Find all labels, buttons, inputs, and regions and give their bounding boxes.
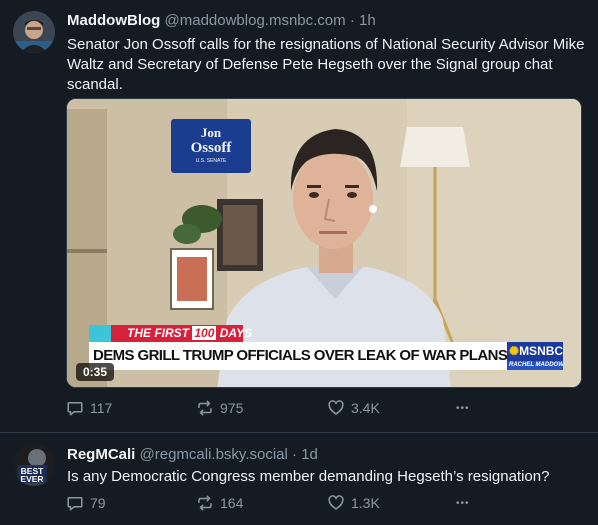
timestamp[interactable]: 1d xyxy=(301,446,318,463)
sign-line1: Jon xyxy=(201,125,222,140)
video-duration: 0:35 xyxy=(76,363,115,381)
headline: DEMS GRILL TRUMP OFFICIALS OVER LEAK OF … xyxy=(93,347,508,364)
post-header: RegMCali @regmcali.bsky.social · 1d xyxy=(67,445,318,465)
like-icon xyxy=(328,400,344,415)
display-name[interactable]: RegMCali xyxy=(67,446,135,463)
like-count: 1.3K xyxy=(351,495,380,511)
banner-suffix: DAYS xyxy=(219,326,253,340)
post-regmcali[interactable]: BEST EVER RegMCali @regmcali.bsky.social… xyxy=(0,432,598,525)
avatar-text-line2: EVER xyxy=(20,474,43,484)
like-button[interactable]: 3.4K xyxy=(327,397,380,419)
repost-button[interactable]: 164 xyxy=(196,492,243,514)
post-text: Is any Democratic Congress member demand… xyxy=(67,468,550,485)
more-icon: ••• xyxy=(456,402,470,414)
repost-count: 164 xyxy=(220,495,244,511)
handle[interactable]: @maddowblog.msnbc.com xyxy=(165,12,346,29)
timestamp[interactable]: 1h xyxy=(359,12,376,29)
reply-count: 117 xyxy=(90,400,113,416)
like-button[interactable]: 1.3K xyxy=(327,492,380,514)
like-count: 3.4K xyxy=(351,400,380,416)
post-text: Senator Jon Ossoff calls for the resigna… xyxy=(67,36,585,93)
display-name[interactable]: MaddowBlog xyxy=(67,12,160,29)
sign-line3: U.S. SENATE xyxy=(196,158,227,164)
post-actions: 117 975 3.4K ••• xyxy=(66,397,586,419)
avatar-image: BEST EVER xyxy=(13,444,55,486)
handle[interactable]: @regmcali.bsky.social xyxy=(140,446,288,463)
more-options-button[interactable]: ••• xyxy=(456,397,470,419)
like-icon xyxy=(328,495,344,510)
reply-icon xyxy=(67,497,83,511)
network-logo: ✺MSNBC xyxy=(509,343,563,359)
reply-icon xyxy=(67,402,83,416)
sign-line2: Ossoff xyxy=(191,140,233,156)
reply-button[interactable]: 117 xyxy=(66,397,112,419)
avatar[interactable]: BEST EVER xyxy=(13,444,55,486)
post-actions: 79 164 1.3K ••• xyxy=(66,492,586,514)
separator: · xyxy=(349,12,355,29)
network-name: MSNBC xyxy=(519,344,564,358)
more-options-button[interactable]: ••• xyxy=(456,492,470,514)
repost-button[interactable]: 975 xyxy=(196,397,243,419)
repost-icon xyxy=(198,400,212,416)
repost-icon xyxy=(198,495,212,511)
banner-first-100-days: THE FIRST 100 DAYS xyxy=(127,326,253,340)
reply-button[interactable]: 79 xyxy=(66,492,106,514)
banner-number: 100 xyxy=(192,326,217,340)
reply-count: 79 xyxy=(90,495,106,511)
show-name: RACHEL MADDOW xyxy=(509,362,563,368)
more-icon: ••• xyxy=(456,497,470,509)
video-player[interactable]: Jon Ossoff U.S. SENATE THE FIRST 100 DAY… xyxy=(66,98,582,388)
separator: · xyxy=(292,446,298,463)
post-maddowblog[interactable]: MaddowBlog @maddowblog.msnbc.com · 1h Se… xyxy=(0,0,598,432)
avatar-image xyxy=(13,11,55,53)
post-header: MaddowBlog @maddowblog.msnbc.com · 1h xyxy=(67,11,376,31)
avatar[interactable] xyxy=(13,11,55,53)
banner-prefix: THE FIRST xyxy=(127,326,189,340)
repost-count: 975 xyxy=(220,400,244,416)
peacock-icon: ✺ xyxy=(509,344,520,358)
